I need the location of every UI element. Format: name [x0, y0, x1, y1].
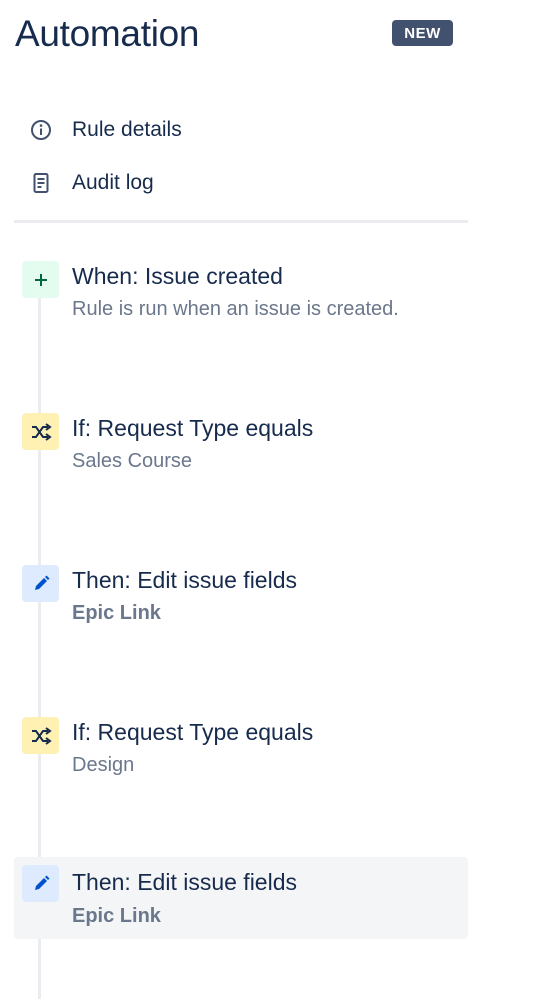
- rule-step-trigger[interactable]: When: Issue created Rule is run when an …: [14, 255, 468, 337]
- step-title: If: Request Type equals: [72, 719, 314, 745]
- step-subtitle: Sales Course: [72, 450, 193, 472]
- shuffle-icon: [22, 717, 59, 754]
- nav-item-label: Rule details: [72, 118, 182, 141]
- step-subtitle: Epic Link: [72, 602, 161, 624]
- rule-step-condition[interactable]: If: Request Type equals Sales Course: [14, 407, 468, 489]
- plus-icon: [22, 261, 59, 298]
- step-title: If: Request Type equals: [72, 415, 314, 441]
- new-badge: NEW: [392, 20, 453, 46]
- pencil-icon: [22, 865, 59, 902]
- step-subtitle: Epic Link: [72, 905, 161, 927]
- info-icon: [28, 117, 54, 143]
- page-title: Automation: [15, 13, 200, 54]
- step-subtitle: Rule is run when an issue is created.: [72, 298, 399, 320]
- step-title: Then: Edit issue fields: [72, 567, 298, 593]
- step-title: Then: Edit issue fields: [72, 869, 298, 895]
- pencil-icon: [22, 565, 59, 602]
- nav-item-rule-details[interactable]: Rule details: [28, 113, 328, 147]
- nav-item-label: Audit log: [72, 171, 154, 194]
- rule-step-action[interactable]: Then: Edit issue fields Epic Link: [14, 559, 468, 641]
- rule-step-action-selected[interactable]: Then: Edit issue fields Epic Link: [14, 857, 468, 939]
- shuffle-icon: [22, 413, 59, 450]
- nav-item-audit-log[interactable]: Audit log: [28, 166, 328, 200]
- divider: [14, 220, 468, 223]
- step-title: When: Issue created: [72, 263, 283, 289]
- rule-step-condition[interactable]: If: Request Type equals Design: [14, 711, 468, 793]
- document-icon: [28, 170, 54, 196]
- step-subtitle: Design: [72, 754, 135, 776]
